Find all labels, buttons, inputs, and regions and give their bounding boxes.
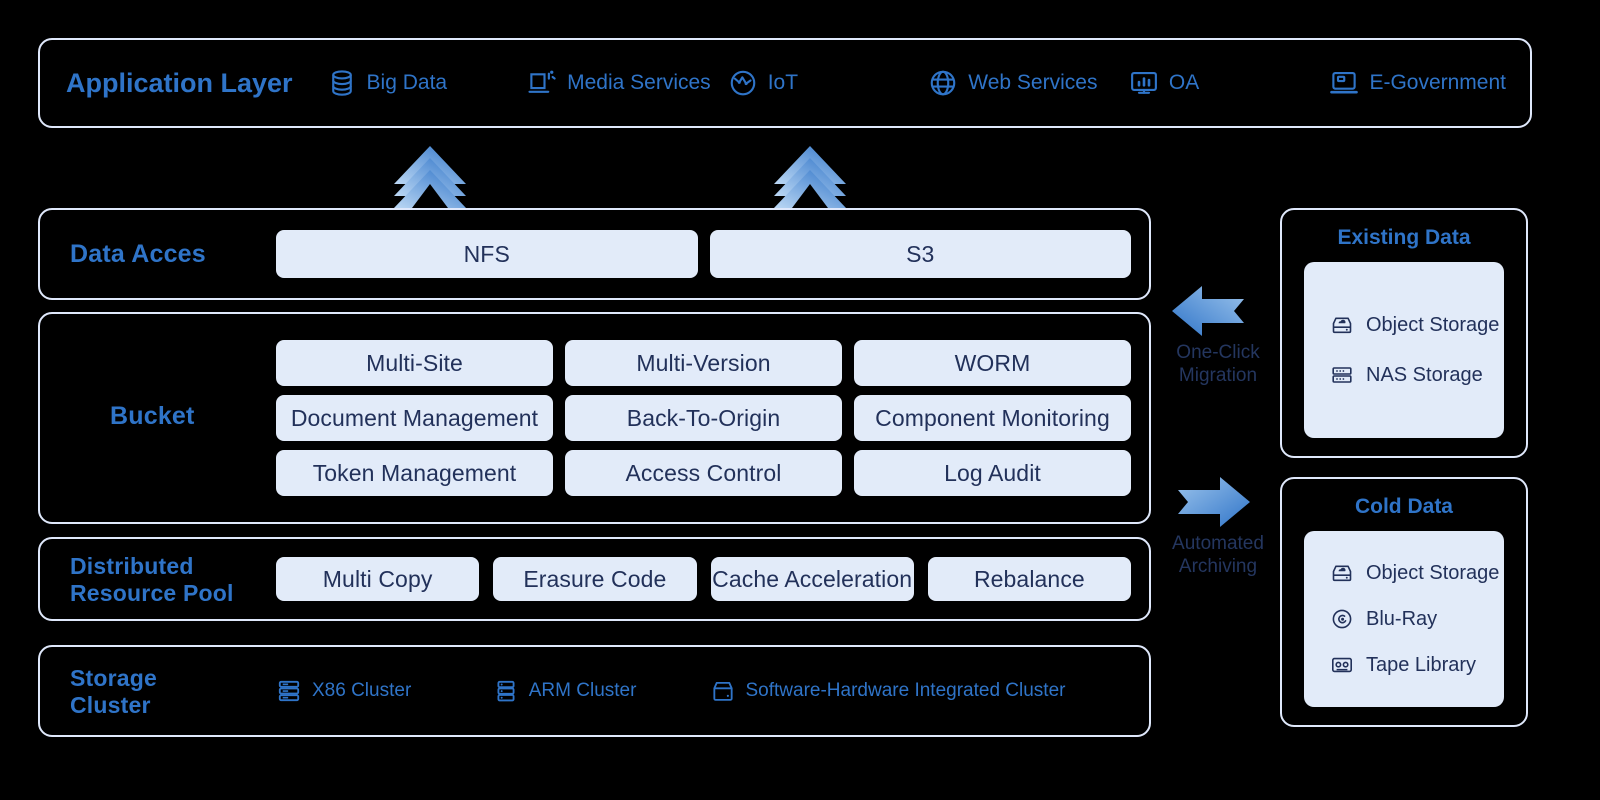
chip-nfs[interactable]: NFS (276, 230, 698, 278)
app-item-big-data[interactable]: Big Data (327, 68, 528, 98)
up-arrow-s3 (774, 146, 846, 208)
storage-cluster-panel: Storage Cluster X86 Cluster ARM Cluster … (38, 645, 1151, 737)
app-item-label: IoT (767, 71, 799, 94)
cold-data-panel: Cold Data Object Storage Blu-Ray Tape Li… (1280, 477, 1528, 727)
cold-item-blu-ray[interactable]: Blu-Ray (1330, 607, 1504, 631)
app-item-web-services[interactable]: Web Services (928, 68, 1129, 98)
up-arrow-nfs (394, 146, 466, 208)
existing-item-label: NAS Storage (1366, 363, 1483, 386)
disc-icon (1330, 607, 1354, 631)
cold-data-items: Object Storage Blu-Ray Tape Library (1304, 531, 1504, 707)
app-item-oa[interactable]: OA (1129, 68, 1330, 98)
data-access-label: Data Acces (70, 240, 206, 268)
appliance-icon (710, 678, 736, 704)
application-layer-panel: Application Layer Big Data Media Service… (38, 38, 1532, 128)
storage-item-label: X86 Cluster (312, 680, 412, 701)
object-storage-icon (1330, 313, 1354, 337)
chip-s3[interactable]: S3 (709, 230, 1131, 278)
chip-rebalance[interactable]: Rebalance (927, 557, 1131, 601)
app-item-e-government[interactable]: E-Government (1329, 68, 1530, 98)
chip-multi-copy[interactable]: Multi Copy (276, 557, 480, 601)
existing-item-object-storage[interactable]: Object Storage (1330, 313, 1504, 337)
tape-icon (1330, 653, 1354, 677)
data-access-chips: NFS S3 (276, 230, 1131, 278)
storage-item-label: Software-Hardware Integrated Cluster (745, 680, 1066, 701)
chip-access-control[interactable]: Access Control (565, 450, 842, 496)
architecture-diagram: Application Layer Big Data Media Service… (0, 0, 1600, 800)
cold-item-label: Tape Library (1366, 653, 1477, 676)
existing-data-panel: Existing Data Object Storage NAS Storage (1280, 208, 1528, 458)
chip-multi-site[interactable]: Multi-Site (276, 340, 553, 386)
data-access-panel: Data Acces NFS S3 (38, 208, 1151, 300)
cold-data-title: Cold Data (1354, 495, 1453, 518)
archiving-caption: Automated Archiving (1172, 533, 1264, 577)
bucket-panel: Bucket Multi-Site Multi-Version WORM Doc… (38, 312, 1151, 524)
chip-token-management[interactable]: Token Management (276, 450, 553, 496)
distributed-resource-pool-label: Distributed Resource Pool (70, 553, 234, 607)
cold-item-tape-library[interactable]: Tape Library (1330, 653, 1504, 677)
cold-item-label: Blu-Ray (1366, 607, 1438, 630)
nas-storage-icon (1330, 363, 1354, 387)
chip-multi-version[interactable]: Multi-Version (565, 340, 842, 386)
storage-cluster-items: X86 Cluster ARM Cluster Software-Hardwar… (276, 647, 1143, 735)
existing-item-nas-storage[interactable]: NAS Storage (1330, 363, 1504, 387)
chip-component-monitoring[interactable]: Component Monitoring (854, 395, 1131, 441)
media-screen-icon (527, 68, 557, 98)
storage-item-x86-cluster[interactable]: X86 Cluster (276, 678, 493, 704)
object-storage-icon (1330, 561, 1354, 585)
app-item-label: Web Services (968, 71, 1098, 94)
arrow-left-icon (1172, 286, 1244, 336)
existing-data-title: Existing Data (1337, 226, 1471, 249)
iot-globe-icon (728, 68, 758, 98)
app-item-label: Media Services (567, 71, 711, 94)
database-icon (327, 68, 357, 98)
app-item-iot[interactable]: IoT (728, 68, 929, 98)
bucket-label: Bucket (110, 402, 195, 430)
chip-back-to-origin[interactable]: Back-To-Origin (565, 395, 842, 441)
storage-item-software-hardware-integrated-cluster[interactable]: Software-Hardware Integrated Cluster (710, 678, 1144, 704)
globe-icon (928, 68, 958, 98)
application-layer-items: Big Data Media Services IoT Web Services… (327, 68, 1530, 98)
storage-item-label: ARM Cluster (528, 680, 637, 701)
cold-item-object-storage[interactable]: Object Storage (1330, 561, 1504, 585)
arrow-right-icon (1178, 477, 1250, 527)
distributed-resource-pool-chips: Multi Copy Erasure Code Cache Accelerati… (276, 557, 1131, 601)
chip-cache-acceleration[interactable]: Cache Acceleration (710, 557, 914, 601)
application-layer-title: Application Layer (66, 67, 293, 98)
storage-item-arm-cluster[interactable]: ARM Cluster (493, 678, 710, 704)
app-item-media-services[interactable]: Media Services (527, 68, 728, 98)
distributed-resource-pool-panel: Distributed Resource Pool Multi Copy Era… (38, 537, 1151, 621)
migration-caption: One-Click Migration (1176, 342, 1260, 386)
app-item-label: Big Data (366, 71, 448, 94)
server-stack-icon (276, 678, 302, 704)
server-rack-icon (493, 678, 519, 704)
chip-erasure-code[interactable]: Erasure Code (493, 557, 697, 601)
monitor-chart-icon (1129, 68, 1159, 98)
chip-log-audit[interactable]: Log Audit (854, 450, 1131, 496)
app-item-label: E-Government (1369, 71, 1506, 94)
bucket-chips: Multi-Site Multi-Version WORM Document M… (276, 340, 1131, 496)
chip-document-management[interactable]: Document Management (276, 395, 553, 441)
app-item-label: OA (1168, 71, 1200, 94)
chip-worm[interactable]: WORM (854, 340, 1131, 386)
laptop-icon (1329, 68, 1359, 98)
cold-item-label: Object Storage (1366, 561, 1500, 584)
existing-data-items: Object Storage NAS Storage (1304, 262, 1504, 438)
storage-cluster-label: Storage Cluster (70, 665, 158, 719)
existing-item-label: Object Storage (1366, 313, 1500, 336)
